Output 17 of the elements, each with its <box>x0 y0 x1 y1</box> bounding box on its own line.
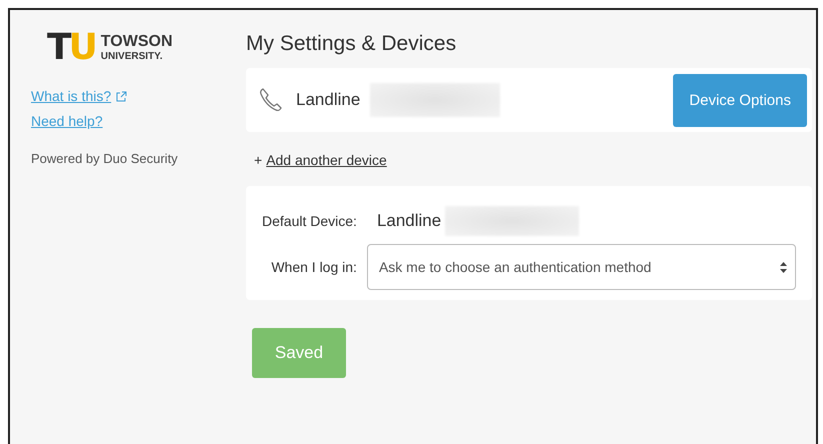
saved-button[interactable]: Saved <box>252 328 346 378</box>
logo-subname: UNIVERSITY. <box>100 52 164 62</box>
help-link[interactable]: What is this? <box>31 88 112 104</box>
page-title: My Settings & Devices <box>246 32 458 56</box>
default-device-label: Default Device: <box>262 213 357 229</box>
device-name: Landline <box>296 90 360 110</box>
login-method-select[interactable]: Ask me to choose an authentication method <box>366 244 796 290</box>
powered-by-text: Powered by Duo Security <box>31 151 179 166</box>
logo-mark: TU <box>47 30 95 66</box>
stepper-icon <box>780 262 787 272</box>
help-link[interactable]: Need help? <box>31 113 103 129</box>
login-label: When I log in: <box>270 259 357 275</box>
logo-name: TOWSON <box>100 34 172 50</box>
device-options-button[interactable]: Device Options <box>673 74 807 126</box>
default-device-value: Landline <box>376 211 442 231</box>
add-device-link[interactable]: Add another device <box>266 152 387 168</box>
plus-sign: + <box>254 152 262 168</box>
